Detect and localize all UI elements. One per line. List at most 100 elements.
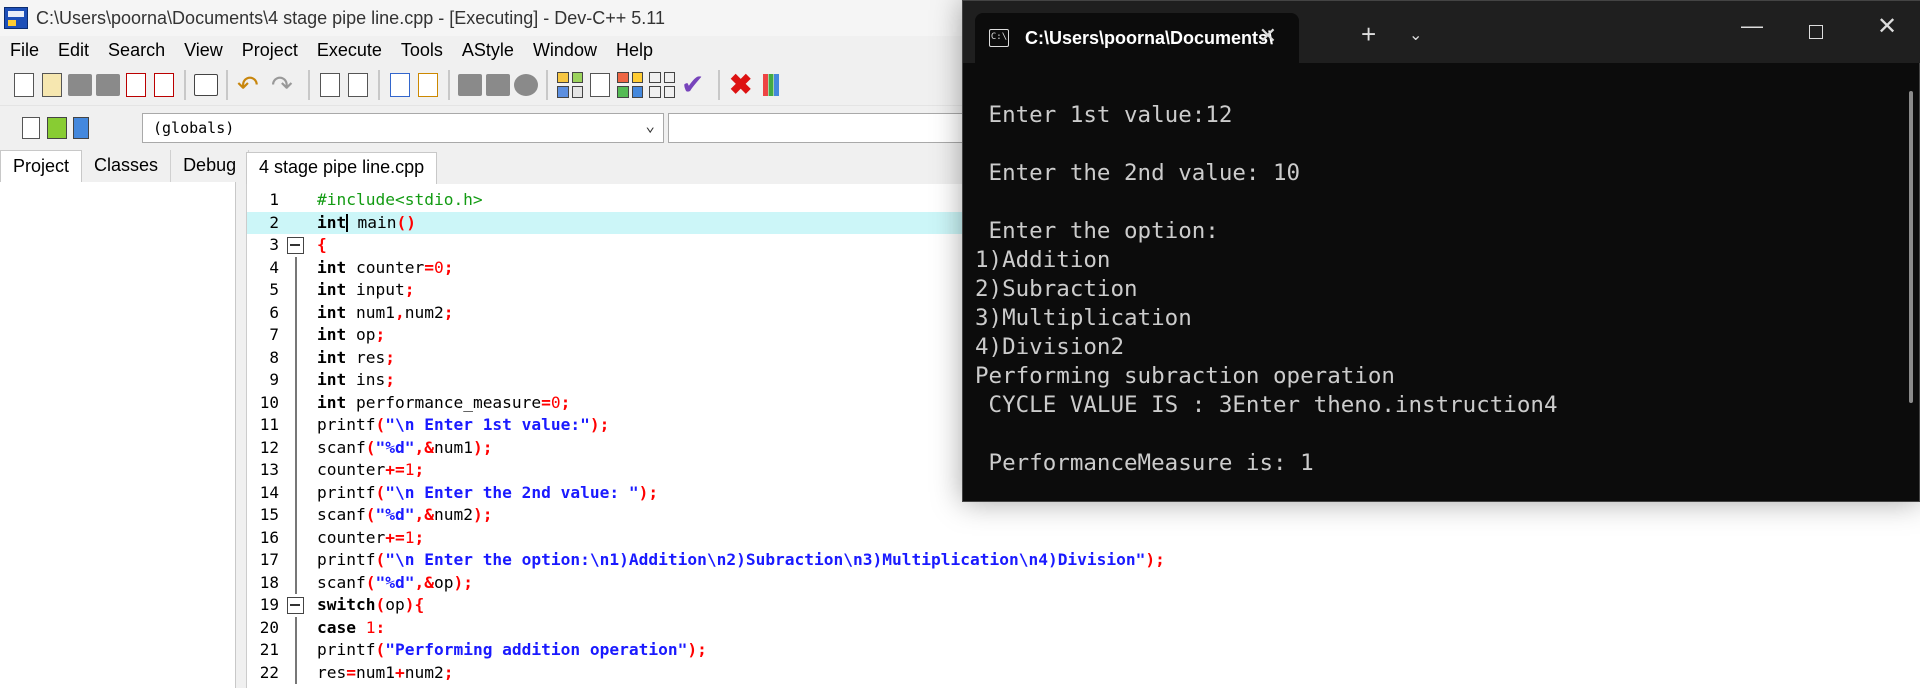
tab-project[interactable]: Project xyxy=(0,150,83,182)
close-file-icon[interactable] xyxy=(126,72,146,97)
code-token: ); xyxy=(638,482,659,502)
editor-tab-file[interactable]: 4 stage pipe line.cpp xyxy=(246,152,438,184)
terminal-title-bar: C:\ C:\Users\poorna\Documents\ ✕ + ⌄ — ✕ xyxy=(963,1,1920,63)
code-token: ; xyxy=(560,392,571,412)
profile-chart-icon[interactable] xyxy=(763,73,779,96)
fold-toggle-icon[interactable] xyxy=(287,237,304,254)
insert-icon[interactable] xyxy=(22,117,40,139)
terminal-line: Enter 1st value:12 xyxy=(975,102,1233,128)
code-token: #include<stdio.h> xyxy=(317,190,483,209)
save-all-icon[interactable] xyxy=(96,73,120,96)
tab-classes[interactable]: Classes xyxy=(82,150,172,182)
code-line[interactable]: 17 printf("\n Enter the option:\n1)Additi… xyxy=(247,549,1920,572)
code-token: ( xyxy=(375,595,386,614)
print-icon[interactable] xyxy=(194,73,218,96)
fold-guide xyxy=(295,369,297,392)
code-token: "\n Enter the 2nd value: " xyxy=(385,482,639,502)
code-token: = xyxy=(424,257,434,277)
find-icon[interactable] xyxy=(320,72,340,97)
chevron-down-icon[interactable]: ⌄ xyxy=(1409,25,1422,45)
run-icon[interactable] xyxy=(590,72,610,97)
code-token: "\n Enter the option:\n1)Addition\n2)Sub… xyxy=(385,550,1146,569)
menu-item-file[interactable]: File xyxy=(10,40,39,61)
code-token: int xyxy=(317,392,347,412)
menu-item-astyle[interactable]: AStyle xyxy=(462,40,514,61)
terminal-line: CYCLE VALUE IS : 3Enter theno.instructio… xyxy=(975,392,1558,418)
code-text: int counter=0; xyxy=(317,257,453,280)
stop-execution-icon[interactable]: ✖ xyxy=(729,70,757,99)
add-to-project-icon[interactable] xyxy=(458,73,482,96)
code-token: performance_measure xyxy=(346,392,542,412)
code-token: num2 xyxy=(404,662,444,682)
menu-item-window[interactable]: Window xyxy=(533,40,597,61)
redo-icon[interactable]: ↷ xyxy=(271,71,299,99)
code-text: int res; xyxy=(317,347,395,370)
code-token: { xyxy=(317,235,327,254)
code-line[interactable]: 18 scanf("%d",&op); xyxy=(247,571,1920,594)
code-token: ){ xyxy=(404,595,425,614)
open-file-icon[interactable] xyxy=(42,72,62,97)
code-text: case 1: xyxy=(317,617,385,640)
code-token: case xyxy=(317,617,356,637)
compile-icon[interactable] xyxy=(557,71,583,98)
syntax-check-icon[interactable]: ✔ xyxy=(681,70,709,99)
goto-line-icon[interactable] xyxy=(390,72,410,97)
code-token: ins xyxy=(346,370,386,389)
code-token: int xyxy=(317,325,347,344)
close-window-icon[interactable]: ✕ xyxy=(1877,15,1897,39)
terminal-tab[interactable]: C:\ C:\Users\poorna\Documents\ ✕ xyxy=(975,13,1299,63)
line-number: 17 xyxy=(259,550,279,569)
fold-toggle-icon[interactable] xyxy=(287,597,304,614)
code-line[interactable]: 15 scanf("%d",&num2); xyxy=(247,504,1920,527)
code-token: += xyxy=(385,527,405,547)
terminal-scrollbar[interactable] xyxy=(1909,91,1913,403)
toggle-bookmark-icon[interactable] xyxy=(47,117,67,139)
maximize-icon[interactable] xyxy=(1809,25,1823,39)
project-options-icon[interactable] xyxy=(514,73,538,96)
menu-item-tools[interactable]: Tools xyxy=(401,40,443,61)
replace-icon[interactable] xyxy=(348,72,368,97)
code-text: int op; xyxy=(317,324,385,347)
fold-guide xyxy=(295,256,297,279)
scope-dropdown-value: (globals) xyxy=(153,119,235,137)
code-token: counter xyxy=(317,460,386,479)
code-token: ,& xyxy=(414,437,434,457)
bookmark-icon[interactable] xyxy=(418,72,438,97)
function-dropdown[interactable] xyxy=(668,113,968,143)
menu-item-view[interactable]: View xyxy=(184,40,223,61)
undo-icon[interactable]: ↶ xyxy=(237,71,265,99)
close-tab-icon[interactable]: ✕ xyxy=(1259,25,1277,47)
ide-window-title: C:\Users\poorna\Documents\4 stage pipe l… xyxy=(36,7,665,28)
code-token: scanf xyxy=(317,437,366,457)
code-token: num1 xyxy=(433,437,473,457)
code-line[interactable]: 19 switch(op){ xyxy=(247,594,1920,617)
menu-item-edit[interactable]: Edit xyxy=(58,40,89,61)
toolbar-separator xyxy=(448,69,450,100)
code-line[interactable]: 21 printf("Performing addition operation"… xyxy=(247,639,1920,662)
close-all-icon[interactable] xyxy=(154,72,174,97)
code-line[interactable]: 20 case 1: xyxy=(247,616,1920,640)
rebuild-all-icon[interactable] xyxy=(649,71,675,98)
remove-from-project-icon[interactable] xyxy=(486,73,510,96)
save-icon[interactable] xyxy=(68,73,92,96)
code-token: res xyxy=(346,347,386,367)
menu-item-project[interactable]: Project xyxy=(242,40,298,61)
goto-bookmark-icon[interactable] xyxy=(73,117,89,139)
code-line[interactable]: 16 counter+=1; xyxy=(247,526,1920,550)
compile-run-icon[interactable] xyxy=(617,71,643,98)
code-token: + xyxy=(394,662,405,682)
menu-item-execute[interactable]: Execute xyxy=(317,40,382,61)
left-panel-tabs: Project Classes Debug xyxy=(0,150,250,182)
new-tab-icon[interactable]: + xyxy=(1361,21,1376,47)
new-file-icon[interactable] xyxy=(14,72,34,97)
tab-debug[interactable]: Debug xyxy=(171,150,250,182)
minimize-icon[interactable]: — xyxy=(1741,13,1763,39)
terminal-line: PerformanceMeasure is: 1 xyxy=(975,450,1314,476)
scope-dropdown[interactable]: (globals) ⌄ xyxy=(142,113,664,143)
code-token: int xyxy=(317,280,347,299)
menu-item-search[interactable]: Search xyxy=(108,40,165,61)
code-line[interactable]: 22 res=num1+num2; xyxy=(247,661,1920,684)
menu-item-help[interactable]: Help xyxy=(616,40,653,61)
code-text: counter+=1; xyxy=(317,527,424,550)
